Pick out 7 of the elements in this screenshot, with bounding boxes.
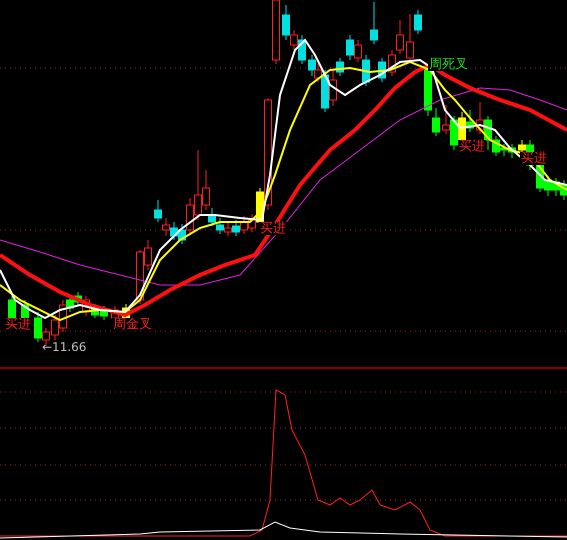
signal-label: 买进 (4, 318, 32, 331)
signal-label: 周死叉 (428, 58, 469, 71)
low-price-label: ←11.66 (42, 341, 86, 353)
signal-label: 周金叉 (112, 318, 153, 331)
signal-label: 买进 (259, 222, 287, 235)
signal-label: 买进 (458, 140, 486, 153)
signal-label: 买进 (520, 152, 548, 165)
